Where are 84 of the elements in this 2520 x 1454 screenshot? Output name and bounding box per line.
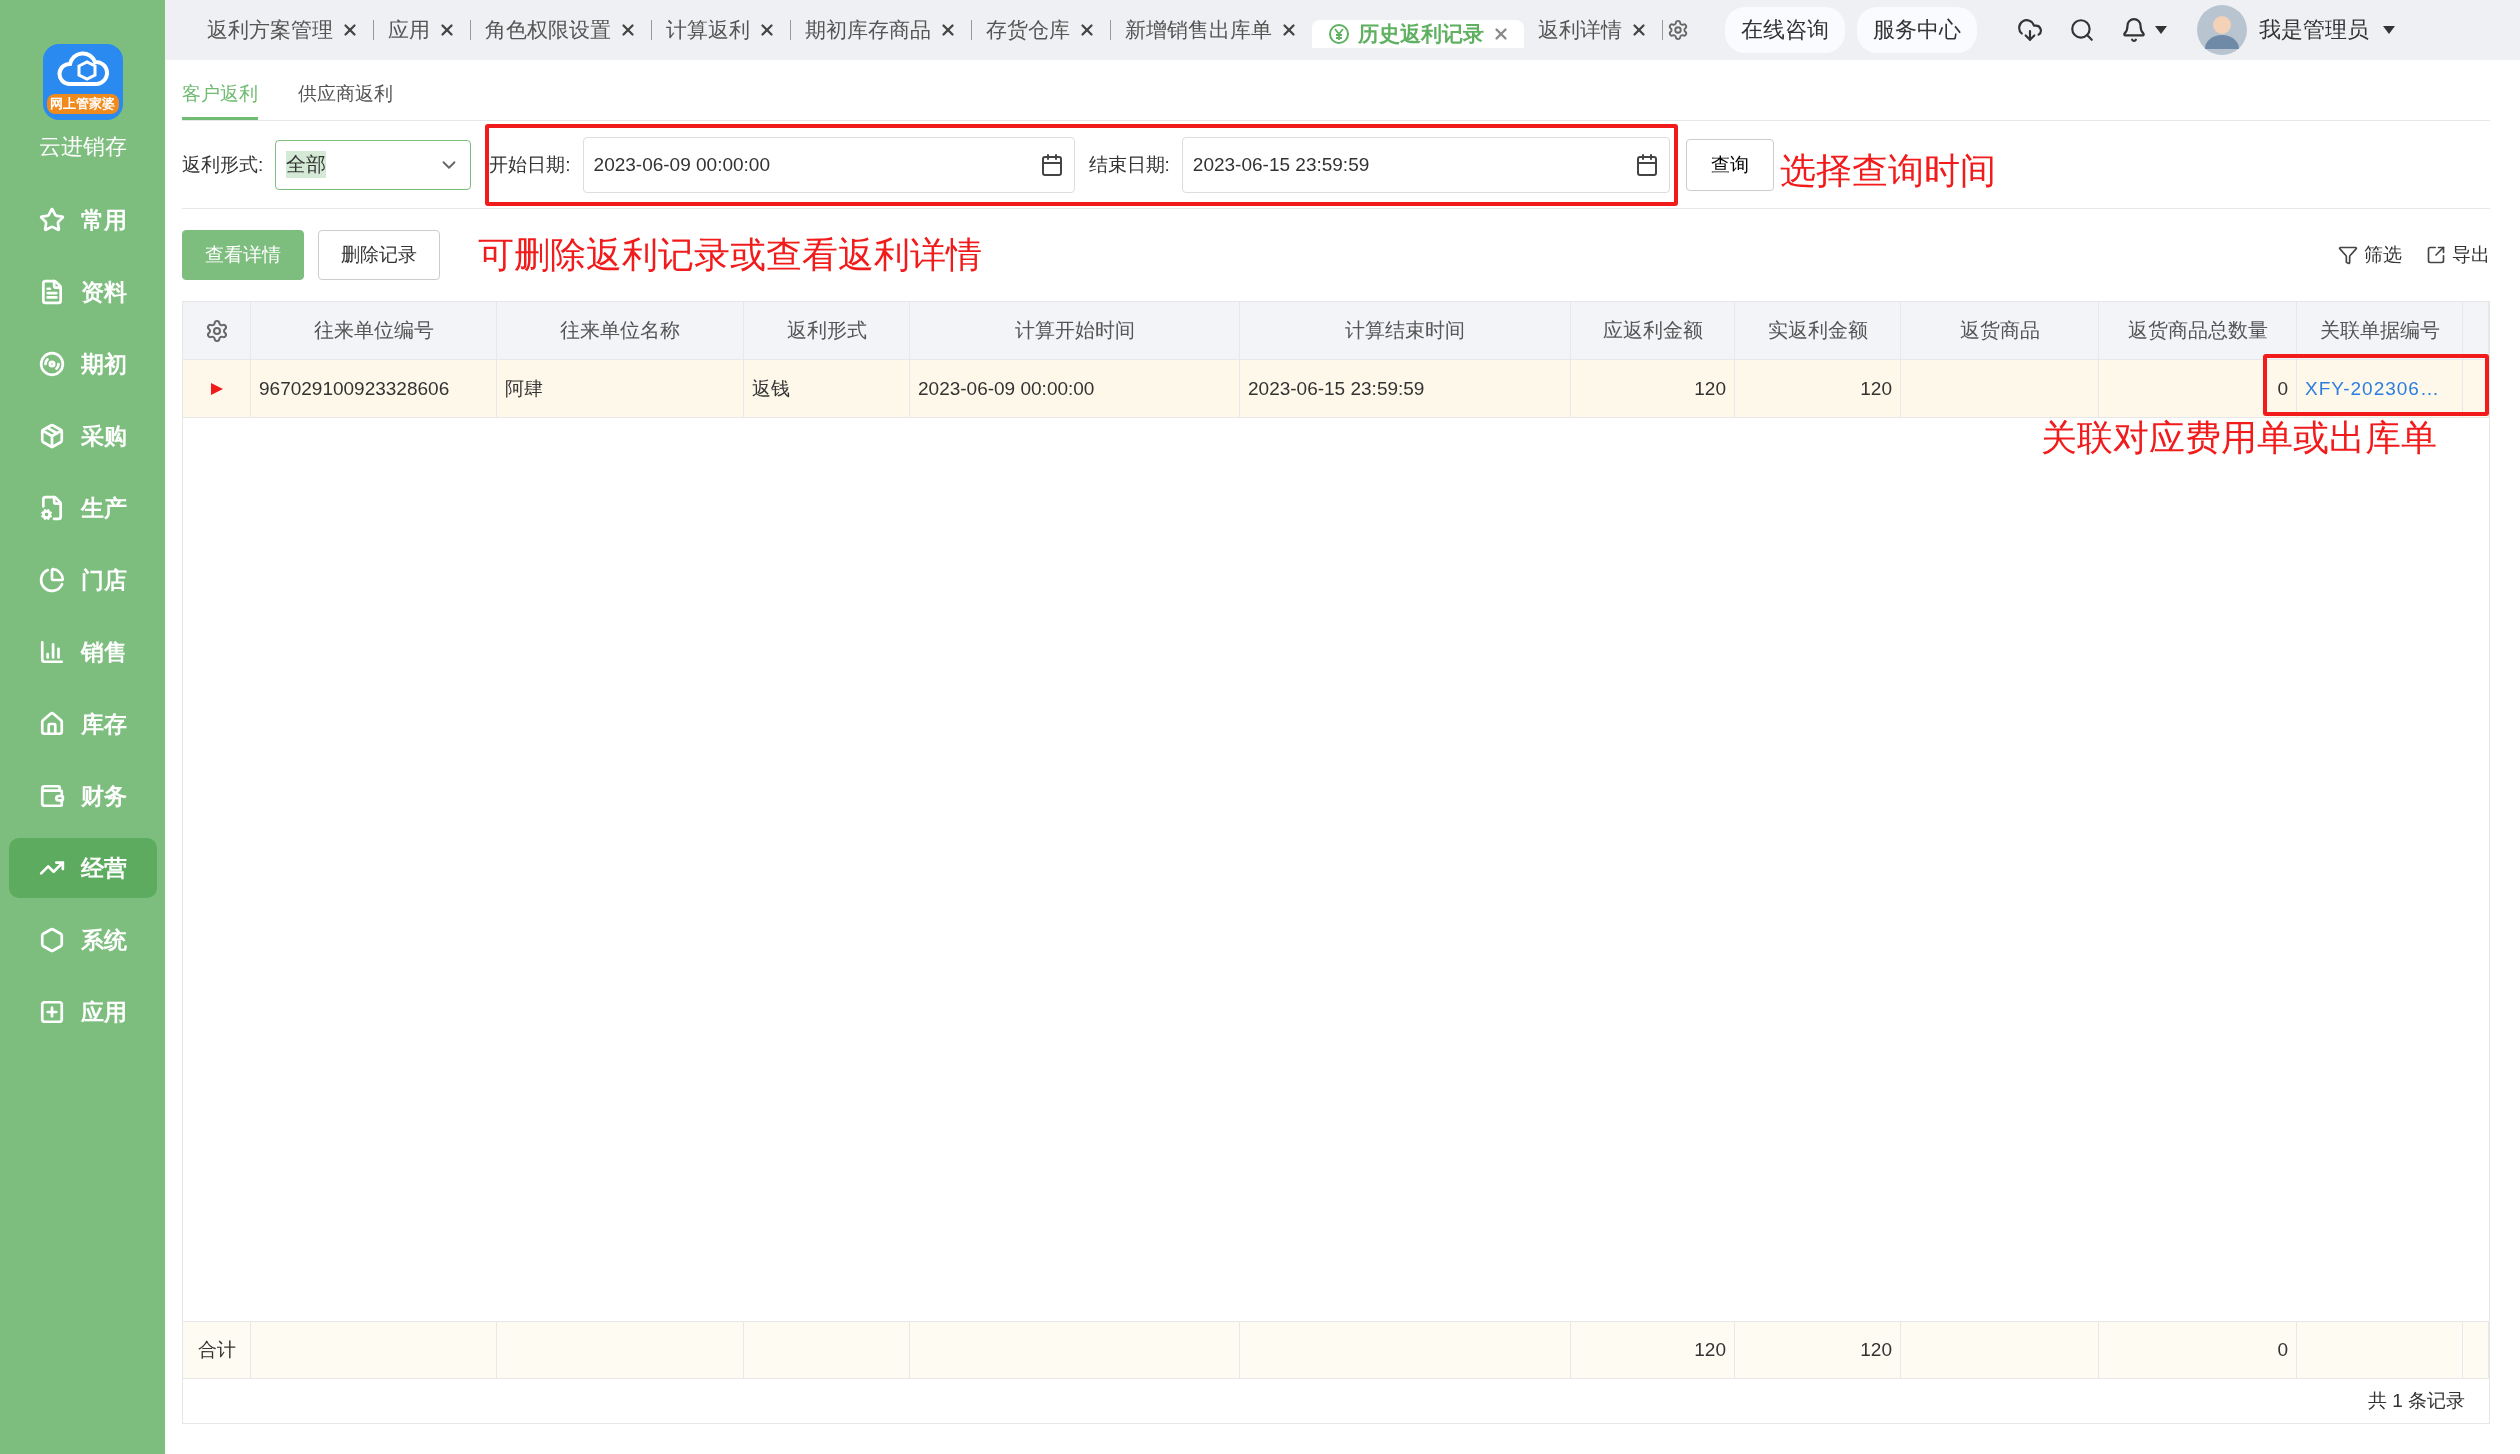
record-count: 共 1 条记录 bbox=[2367, 1389, 2465, 1413]
close-icon[interactable] bbox=[1078, 21, 1096, 39]
calendar-icon bbox=[1039, 152, 1064, 177]
calendar-icon bbox=[1634, 152, 1659, 177]
column-header: 返利形式 bbox=[744, 302, 910, 359]
column-header: 实返利金额 bbox=[1735, 302, 1901, 359]
tab[interactable]: 应用 bbox=[374, 16, 470, 44]
column-header: 计算结束时间 bbox=[1240, 302, 1571, 359]
column-header: 返货商品总数量 bbox=[2099, 302, 2297, 359]
avatar[interactable] bbox=[2197, 5, 2247, 55]
table-cell: 2023-06-09 00:00:00 bbox=[910, 360, 1240, 417]
header-button[interactable]: 在线咨询 bbox=[1725, 7, 1845, 53]
bar-chart-icon bbox=[38, 639, 65, 665]
pie-chart-icon bbox=[38, 567, 65, 593]
close-icon[interactable] bbox=[341, 21, 359, 39]
table-cell: 返钱 bbox=[744, 360, 910, 417]
header-button[interactable]: 服务中心 bbox=[1857, 7, 1977, 53]
column-header: 往来单位名称 bbox=[497, 302, 744, 359]
close-icon[interactable] bbox=[438, 21, 456, 39]
app-name: 云进销存 bbox=[38, 133, 127, 161]
column-header: 返货商品 bbox=[1901, 302, 2099, 359]
current-row-icon bbox=[209, 381, 224, 396]
house-icon bbox=[38, 711, 65, 737]
date-field[interactable]: 2023-06-15 23:59:59 bbox=[1181, 136, 1670, 193]
column-header: 关联单据编号 bbox=[2297, 302, 2463, 359]
bell-icon[interactable] bbox=[2121, 17, 2147, 43]
tab[interactable]: 返利方案管理 bbox=[193, 16, 373, 44]
tab[interactable]: 返利详情 bbox=[1524, 16, 1662, 44]
caret-icon[interactable] bbox=[2383, 26, 2395, 34]
date-field[interactable]: 2023-06-09 00:00:00 bbox=[582, 136, 1075, 193]
table-cell: 阿肆 bbox=[497, 360, 744, 417]
export-icon bbox=[2426, 245, 2446, 265]
table-cell: 0 bbox=[2099, 360, 2297, 417]
toolbar-button[interactable]: 导出 bbox=[2426, 242, 2490, 268]
table-cell: 120 bbox=[1571, 360, 1735, 417]
document-number-link[interactable]: XFY-202306… bbox=[2305, 377, 2440, 400]
field-label: 返利形式: bbox=[182, 152, 264, 177]
filter-icon bbox=[2338, 245, 2358, 265]
disc-icon bbox=[38, 351, 65, 377]
annotation-text: 关联对应费用单或出库单 bbox=[2041, 416, 2437, 460]
plus-icon bbox=[38, 999, 65, 1025]
table-cell: 967029100923328606 bbox=[251, 360, 497, 417]
close-icon[interactable] bbox=[758, 21, 776, 39]
yen-coin-icon bbox=[1328, 23, 1350, 45]
field-label: 开始日期: bbox=[489, 152, 571, 177]
total-cell: 0 bbox=[2099, 1322, 2297, 1378]
total-cell: 120 bbox=[1571, 1322, 1735, 1378]
caret-icon[interactable] bbox=[2155, 26, 2167, 34]
column-header: 应返利金额 bbox=[1571, 302, 1735, 359]
star-icon bbox=[38, 207, 65, 233]
action-button[interactable]: 删除记录 bbox=[318, 230, 440, 280]
wallet-icon bbox=[38, 783, 65, 809]
tab[interactable]: 新增销售出库单 bbox=[1111, 16, 1312, 44]
settings-icon[interactable] bbox=[1667, 19, 1689, 41]
close-icon[interactable] bbox=[619, 21, 637, 39]
search-icon[interactable] bbox=[2069, 17, 2095, 43]
tab[interactable]: 计算返利 bbox=[652, 16, 790, 44]
close-icon[interactable] bbox=[939, 21, 957, 39]
tab[interactable]: 期初库存商品 bbox=[791, 16, 971, 44]
table-row[interactable]: 967029100923328606 阿肆 返钱 2023-06-09 00:00:00 2023-06-15 23:59:59 120 120 0 XFY-202306… bbox=[183, 360, 2489, 418]
column-header: 往来单位编号 bbox=[251, 302, 497, 359]
package-icon bbox=[38, 423, 65, 449]
column-header: 计算开始时间 bbox=[910, 302, 1240, 359]
toolbar-button[interactable]: 筛选 bbox=[2338, 242, 2402, 268]
close-icon[interactable] bbox=[1280, 21, 1298, 39]
query-button[interactable]: 查询 bbox=[1685, 138, 1774, 191]
annotation-text: 可删除返利记录或查看返利详情 bbox=[478, 232, 982, 277]
annotation-text: 选择查询时间 bbox=[1779, 149, 1996, 193]
totals-label: 合计 bbox=[183, 1322, 251, 1378]
user-name[interactable]: 我是管理员 bbox=[2259, 15, 2369, 45]
rebate-type-select[interactable]: 全部 bbox=[275, 139, 472, 190]
close-icon[interactable] bbox=[1630, 21, 1648, 39]
file-icon bbox=[38, 495, 65, 521]
table-cell: 120 bbox=[1735, 360, 1901, 417]
hexagon-icon bbox=[38, 927, 65, 953]
tab[interactable]: 存货仓库 bbox=[972, 16, 1110, 44]
sub-tab[interactable]: 供应商返利 bbox=[298, 81, 393, 120]
tab[interactable]: 角色权限设置 bbox=[471, 16, 651, 44]
settings-icon[interactable] bbox=[204, 318, 229, 343]
cloud-download-icon[interactable] bbox=[2017, 17, 2043, 43]
app-logo: 网上管家婆 bbox=[42, 44, 123, 120]
field-label: 结束日期: bbox=[1088, 152, 1170, 177]
table-cell: 2023-06-15 23:59:59 bbox=[1240, 360, 1571, 417]
total-cell: 120 bbox=[1735, 1322, 1901, 1378]
